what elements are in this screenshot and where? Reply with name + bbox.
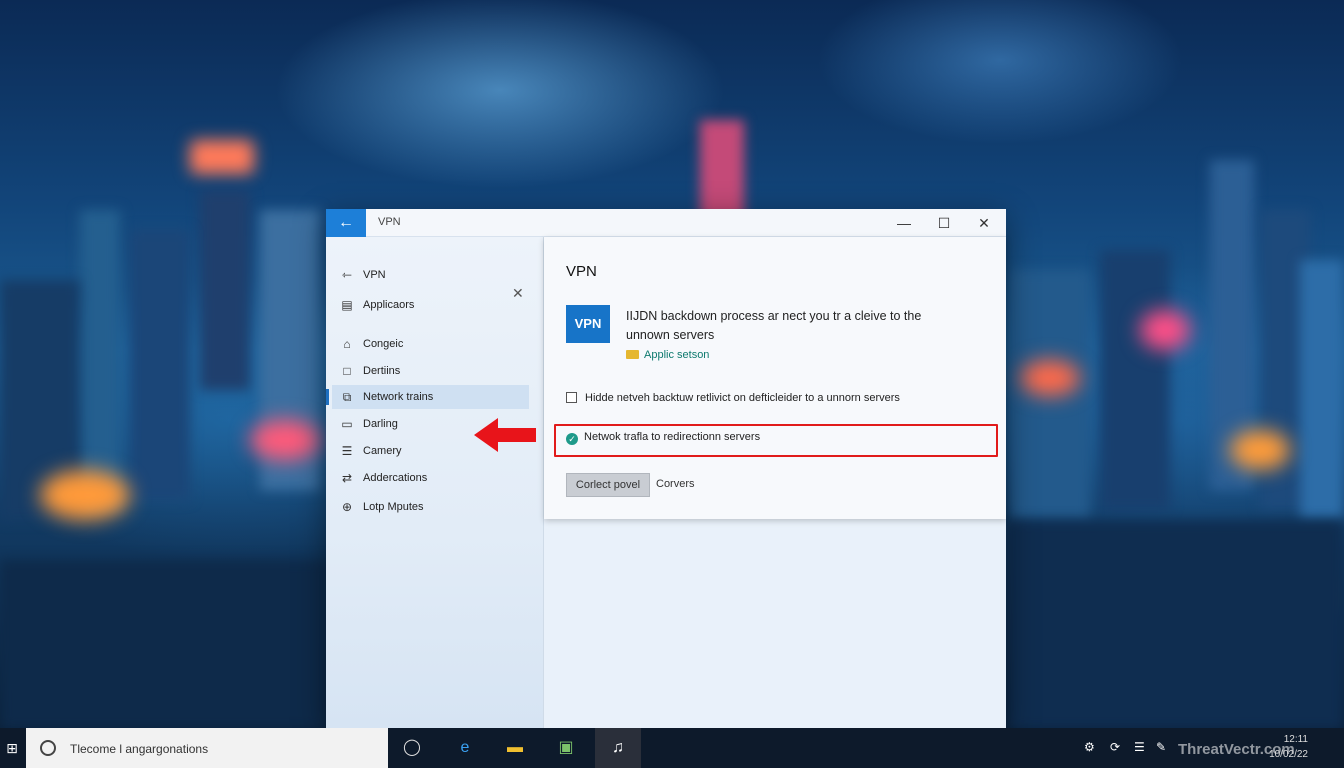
clock-date: 10/02/22 — [1269, 749, 1308, 760]
shuffle-icon: ⇄ — [341, 471, 353, 485]
settings-sidebar: ✕ ⇽ VPN ▤ Applicaors ⌂ Congeic □ Dertiins ⧉ Netwo… — [326, 237, 544, 728]
clock-time: 12:11 — [1283, 734, 1308, 745]
close-icon: ✕ — [978, 215, 990, 231]
list-icon: ☰ — [341, 444, 353, 458]
search-text: Tlecome l angargonations — [70, 742, 209, 756]
apply-settings-label: Applic setson — [644, 349, 710, 361]
network-icon: ⧉ — [342, 390, 352, 404]
sidebar-item-2[interactable]: ⌂ Congeic — [332, 332, 529, 356]
sidebar-item-label: Camery — [363, 445, 402, 457]
square-icon: □ — [343, 364, 351, 378]
network-tray-icon[interactable]: ⚙ — [1084, 740, 1095, 754]
search-icon — [40, 740, 56, 756]
back-button[interactable]: ← — [326, 209, 366, 237]
sidebar-item-0[interactable]: ⇽ VPN — [332, 263, 529, 287]
folder-icon: ▭ — [341, 417, 353, 431]
music-icon[interactable]: ♫ — [595, 728, 641, 768]
sidebar-item-4[interactable]: ⧉ Network trains — [326, 385, 529, 409]
start-button[interactable]: ⊞ — [0, 728, 24, 768]
cancel-button[interactable]: Corvers — [656, 478, 695, 490]
folder-icon — [626, 350, 639, 359]
taskbar: ⊞ Tlecome l angargonations ◯ e ▬ ▣ ♫ ⚙ ⟳ ☰ ✎ Th… — [0, 728, 1344, 768]
check-circle-icon: ✓ — [566, 433, 578, 445]
taskbar-search-box[interactable]: Tlecome l angargonations — [26, 728, 388, 768]
windows-logo-icon: ⊞ — [6, 740, 18, 756]
maximize-icon: ☐ — [937, 215, 951, 231]
sidebar-item-label: Darling — [363, 418, 398, 430]
pen-tray-icon[interactable]: ✎ — [1156, 740, 1166, 754]
globe-icon: ⊕ — [341, 500, 353, 514]
maximize-button[interactable]: ☐ — [922, 209, 966, 237]
sidebar-item-3[interactable]: □ Dertiins — [332, 359, 529, 383]
sync-tray-icon[interactable]: ⟳ — [1110, 740, 1120, 754]
option1-label: Hidde netveh backtuw retlivict on deftic… — [585, 392, 900, 404]
home-icon: ⌂ — [343, 337, 351, 351]
sidebar-item-7[interactable]: ⇄ Addercations — [332, 466, 529, 490]
cortana-icon[interactable]: ◯ — [389, 728, 435, 768]
connect-button[interactable]: Corlect povel — [566, 473, 650, 497]
checkbox-icon[interactable] — [566, 392, 577, 403]
photos-icon[interactable]: ▣ — [543, 728, 589, 768]
red-arrow-icon — [474, 418, 536, 452]
arrow-left-icon: ← — [338, 214, 354, 231]
title-bar: ← VPN — ☐ ✕ — [326, 209, 1006, 237]
minimize-icon: — — [897, 215, 911, 231]
back-arrow-icon: ⇽ — [341, 268, 353, 282]
wifi-tray-icon[interactable]: ☰ — [1134, 740, 1145, 754]
close-button[interactable]: ✕ — [962, 209, 1006, 237]
sidebar-item-8[interactable]: ⊕ Lotp Mputes — [332, 495, 529, 519]
vpn-settings-window: ← VPN — ☐ ✕ ✕ ⇽ VPN ▤ Applicaors ⌂ Congeic □ De… — [326, 209, 1006, 728]
window-title: VPN — [378, 216, 401, 228]
option-hide-network-backdoor[interactable]: Hidde netveh backtuw retlivict on deftic… — [566, 392, 900, 404]
sidebar-item-1[interactable]: ▤ Applicaors — [332, 293, 529, 317]
sidebar-item-label: Network trains — [363, 391, 434, 403]
sidebar-item-label: VPN — [363, 269, 386, 281]
sidebar-item-label: Addercations — [363, 472, 428, 484]
vpn-panel: VPN VPN IIJDN backdown process ar nect y… — [544, 237, 1006, 519]
taskbar-clock[interactable]: 12:11 10/02/22 — [1256, 732, 1308, 762]
sidebar-item-label: Congeic — [363, 338, 404, 350]
sidebar-item-label: Lotp Mputes — [363, 501, 424, 513]
option2-label: Netwok trafla to redirectionn servers — [584, 431, 761, 443]
minimize-button[interactable]: — — [882, 209, 926, 237]
sidebar-item-label: Applicaors — [363, 299, 415, 311]
edge-icon[interactable]: e — [442, 728, 488, 768]
vpn-logo-icon: VPN — [566, 305, 610, 343]
vpn-description: IIJDN backdown process ar nect you tr a … — [626, 309, 922, 342]
option-network-traffic-redirection[interactable]: ✓ Netwok trafla to redirectionn servers — [566, 431, 760, 445]
apply-settings-link[interactable]: Applic setson — [626, 349, 709, 361]
document-icon: ▤ — [341, 298, 353, 312]
sidebar-item-label: Dertiins — [363, 365, 401, 377]
file-explorer-icon[interactable]: ▬ — [492, 728, 538, 768]
panel-title: VPN — [566, 263, 597, 280]
